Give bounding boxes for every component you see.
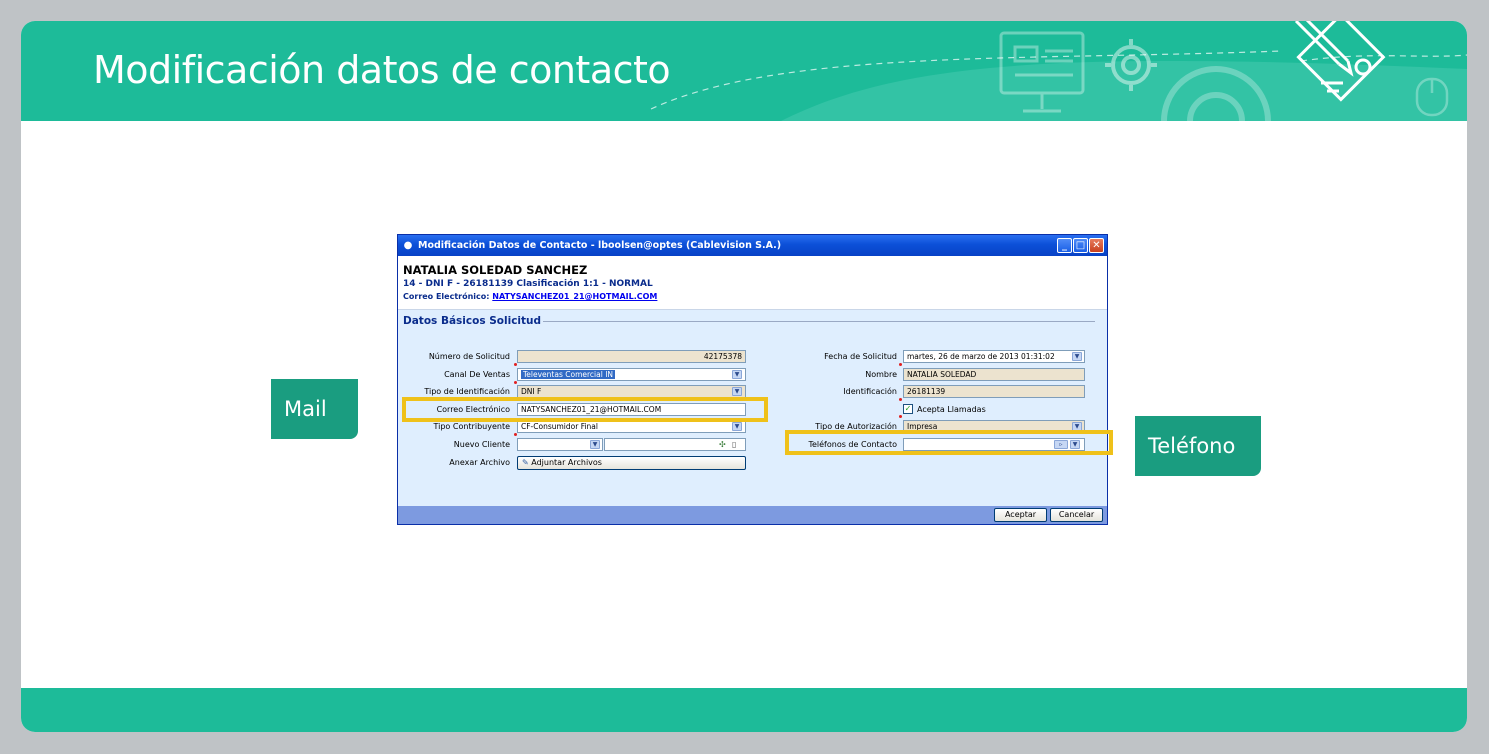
tipo-identificacion-value: DNI F (521, 387, 542, 396)
dialog-window: ● Modificación Datos de Contacto - lbool… (397, 234, 1108, 525)
slide-title: Modificación datos de contacto (93, 48, 671, 92)
fecha-solicitud-picker[interactable]: martes, 26 de marzo de 2013 01:31:02 ▼ (903, 350, 1085, 363)
minimize-icon: _ (1062, 240, 1067, 251)
customer-id-line: 14 - DNI F - 26181139 Clasificación 1:1 … (403, 279, 653, 289)
document-icon[interactable]: ▯ (732, 440, 736, 450)
telefono-callout: Teléfono (1135, 416, 1261, 476)
canal-ventas-select[interactable]: Televentas Comercial IN ▼ (517, 368, 746, 381)
slide-footer (21, 688, 1467, 732)
required-marker (899, 398, 902, 401)
fecha-solicitud-label: Fecha de Solicitud (824, 352, 897, 361)
customer-email-label: Correo Electrónico: (403, 292, 490, 301)
slide-header: Modificación datos de contacto (21, 21, 1467, 121)
customer-email-line: Correo Electrónico: NATYSANCHEZ01_21@HOT… (403, 292, 657, 301)
anexar-archivo-label: Anexar Archivo (449, 458, 510, 467)
window-titlebar[interactable]: ● Modificación Datos de Contacto - lbool… (398, 235, 1107, 256)
required-marker (899, 363, 902, 366)
customer-email-link[interactable]: NATYSANCHEZ01_21@HOTMAIL.COM (492, 292, 657, 301)
chevron-down-icon[interactable]: ▼ (732, 370, 742, 379)
cancelar-button[interactable]: Cancelar (1050, 508, 1103, 522)
minimize-button[interactable]: _ (1057, 238, 1072, 253)
adjuntar-archivos-label: Adjuntar Archivos (531, 458, 602, 467)
canal-ventas-label: Canal De Ventas (444, 370, 510, 379)
tipo-identificacion-label: Tipo de Identificación (424, 387, 510, 396)
dialog-button-bar: Aceptar Cancelar (398, 506, 1107, 524)
nombre-label: Nombre (865, 370, 897, 379)
canal-ventas-value: Televentas Comercial IN (521, 370, 616, 379)
identificacion-label: Identificación (843, 387, 897, 396)
close-button[interactable]: ✕ (1089, 238, 1104, 253)
chevron-down-icon[interactable]: ▼ (1072, 352, 1082, 361)
nombre-field[interactable]: NATALIA SOLEDAD (903, 368, 1085, 381)
mail-highlight (402, 397, 768, 422)
search-contact-icon[interactable]: ✣ (719, 440, 726, 450)
tipo-contribuyente-label: Tipo Contribuyente (433, 422, 510, 431)
checkmark-icon: ✓ (904, 404, 912, 413)
customer-info-panel: NATALIA SOLEDAD SANCHEZ 14 - DNI F - 261… (398, 256, 1107, 310)
required-marker (514, 433, 517, 436)
nuevo-cliente-label: Nuevo Cliente (453, 440, 510, 449)
identificacion-field[interactable]: 26181139 (903, 385, 1085, 398)
required-marker (899, 415, 902, 418)
close-icon: ✕ (1092, 240, 1101, 251)
required-marker (514, 363, 517, 366)
window-title: Modificación Datos de Contacto - lboolse… (418, 240, 782, 251)
numero-solicitud-field[interactable]: 42175378 (517, 350, 746, 363)
telefono-highlight (785, 430, 1113, 455)
chevron-down-icon[interactable]: ▼ (590, 440, 600, 449)
required-marker (514, 381, 517, 384)
acepta-llamadas-checkbox[interactable]: ✓ (903, 404, 913, 414)
aceptar-button[interactable]: Aceptar (994, 508, 1047, 522)
chevron-down-icon[interactable]: ▼ (732, 387, 742, 396)
paperclip-icon: ✎ (522, 458, 529, 467)
adjuntar-archivos-button[interactable]: ✎ Adjuntar Archivos (517, 456, 746, 470)
section-divider (543, 321, 1095, 322)
maximize-button[interactable]: □ (1073, 238, 1088, 253)
section-title: Datos Básicos Solicitud (403, 315, 542, 327)
customer-name: NATALIA SOLEDAD SANCHEZ (403, 263, 588, 277)
acepta-llamadas-label: Acepta Llamadas (917, 405, 986, 414)
mail-callout: Mail (271, 379, 358, 439)
tipo-contribuyente-value: CF-Consumidor Final (521, 422, 598, 431)
maximize-icon: □ (1075, 240, 1086, 251)
cablevision-icon: ● (403, 239, 413, 251)
nuevo-cliente-detail-field[interactable]: ✣ ▯ (604, 438, 746, 451)
numero-solicitud-label: Número de Solicitud (428, 352, 510, 361)
chevron-down-icon[interactable]: ▼ (732, 422, 742, 431)
nuevo-cliente-select[interactable]: ▼ (517, 438, 603, 451)
fecha-solicitud-value: martes, 26 de marzo de 2013 01:31:02 (907, 352, 1055, 361)
